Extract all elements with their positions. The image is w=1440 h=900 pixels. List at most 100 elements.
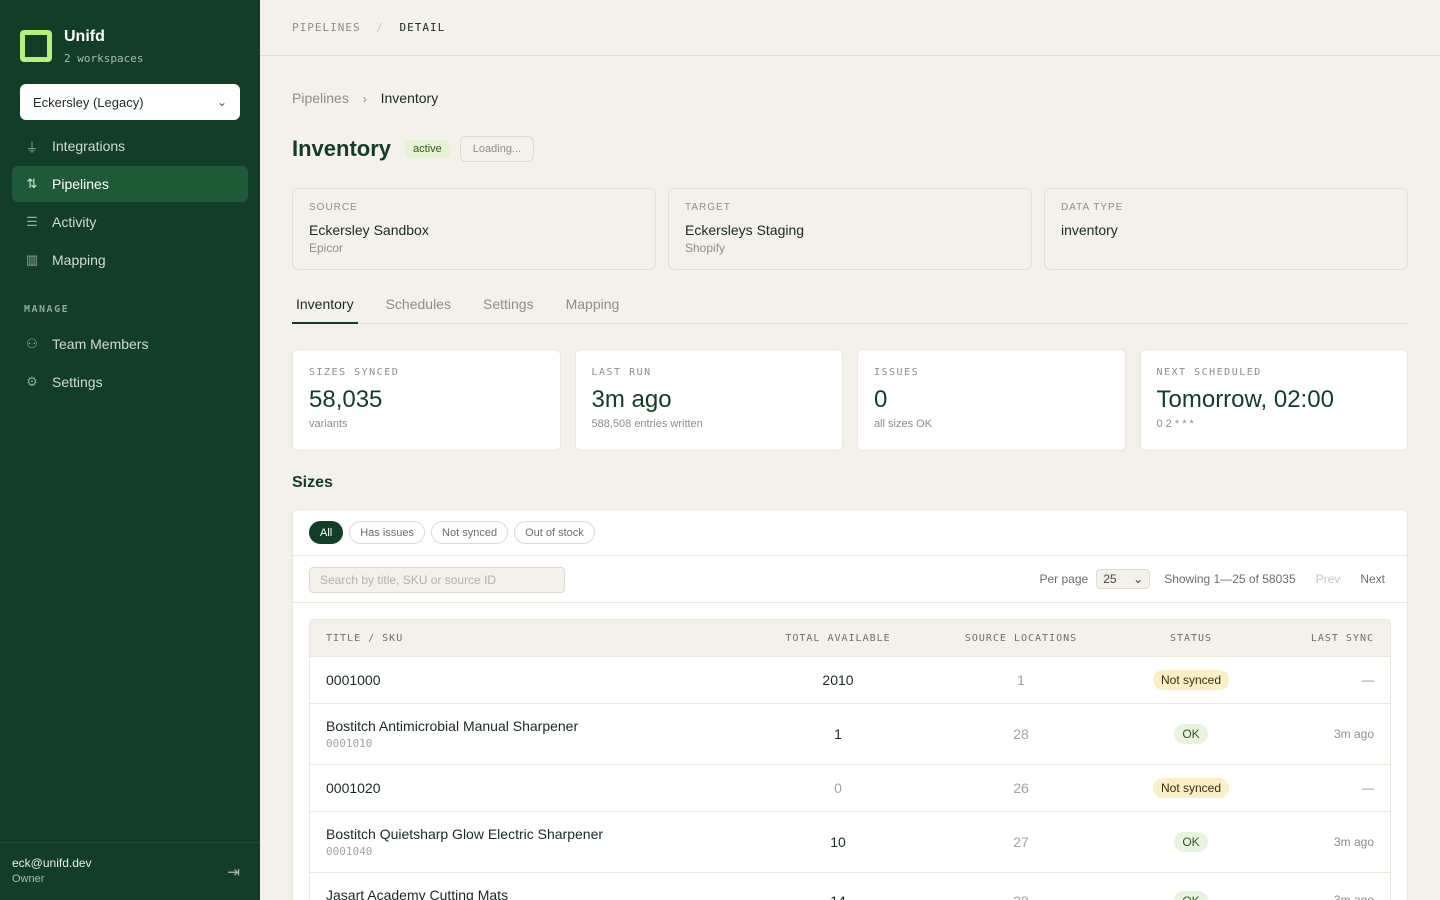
manage-section-label: MANAGE bbox=[24, 304, 70, 315]
row-last-sync: — bbox=[1362, 673, 1374, 687]
breadcrumb-current: Inventory bbox=[380, 90, 439, 106]
sidebar-item-team-members[interactable]: ⚇ Team Members bbox=[12, 326, 248, 362]
sidebar: Unifd 2 workspaces Eckersley (Legacy) ⌄ … bbox=[0, 0, 260, 900]
col-last-sync[interactable]: LAST SYNC bbox=[1266, 633, 1390, 644]
row-title: 0001000 bbox=[326, 672, 381, 688]
col-status[interactable]: STATUS bbox=[1116, 633, 1266, 644]
sidebar-item-mapping[interactable]: ▥ Mapping bbox=[12, 242, 248, 278]
sidebar-item-pipelines[interactable]: ⇅ Pipelines bbox=[12, 166, 248, 202]
map-icon: ▥ bbox=[25, 252, 39, 267]
table-row[interactable]: 0001000 2010 1 Not synced — bbox=[310, 656, 1390, 703]
row-last-sync: 3m ago bbox=[1333, 835, 1374, 849]
row-locations: 1 bbox=[1017, 672, 1025, 688]
stat-issues: ISSUES 0 all sizes OK bbox=[857, 349, 1126, 451]
col-total-available[interactable]: TOTAL AVAILABLE bbox=[750, 633, 926, 644]
status-badge: OK bbox=[1174, 832, 1208, 852]
workspace-select-value: Eckersley (Legacy) bbox=[33, 94, 144, 110]
info-card-target: TARGET Eckersleys Staging Shopify bbox=[668, 188, 1032, 270]
status-badge: Not synced bbox=[1152, 670, 1230, 690]
sidebar-item-integrations[interactable]: ⏚ Integrations bbox=[12, 128, 248, 164]
brand-name: Unifd bbox=[64, 28, 105, 45]
topbar-crumb-pipelines[interactable]: PIPELINES bbox=[292, 21, 361, 34]
prev-button[interactable]: Prev bbox=[1316, 572, 1341, 586]
row-locations: 26 bbox=[1013, 780, 1029, 796]
row-title: Bostitch Quietsharp Glow Electric Sharpe… bbox=[326, 826, 604, 842]
row-title: Jasart Academy Cutting Mats bbox=[326, 887, 509, 900]
status-badge: Not synced bbox=[1152, 778, 1230, 798]
row-last-sync: — bbox=[1362, 781, 1374, 795]
table-header: TITLE / SKU TOTAL AVAILABLE SOURCE LOCAT… bbox=[310, 620, 1390, 656]
filter-all[interactable]: All bbox=[309, 521, 344, 544]
row-total: 1 bbox=[834, 726, 842, 742]
per-page-select[interactable]: 25 ⌄ bbox=[1096, 569, 1151, 589]
row-title: 0001020 bbox=[326, 780, 381, 796]
logout-icon[interactable]: ⇥ bbox=[227, 863, 240, 881]
logo-icon bbox=[20, 30, 52, 62]
stats-row: SIZES SYNCED 58,035 variants LAST RUN 3m… bbox=[292, 349, 1408, 451]
row-total: 10 bbox=[830, 834, 846, 850]
topbar-crumb-detail: DETAIL bbox=[399, 21, 446, 34]
stat-sizes-synced: SIZES SYNCED 58,035 variants bbox=[292, 349, 561, 451]
table-row[interactable]: Bostitch Antimicrobial Manual Sharpener … bbox=[310, 703, 1390, 764]
filter-out-of-stock[interactable]: Out of stock bbox=[514, 521, 595, 544]
table-row[interactable]: 0001020 0 26 Not synced — bbox=[310, 764, 1390, 811]
sidebar-item-activity[interactable]: ☰ Activity bbox=[12, 204, 248, 240]
topbar-separator: / bbox=[376, 21, 384, 34]
row-sku: 0001010 bbox=[326, 737, 373, 750]
tab-inventory[interactable]: Inventory bbox=[292, 292, 358, 324]
row-total: 14 bbox=[750, 887, 926, 900]
gear-icon: ⚙ bbox=[26, 374, 38, 389]
user-email: eck@unifd.dev bbox=[12, 856, 92, 870]
info-card-source: SOURCE Eckersley Sandbox Epicor bbox=[292, 188, 656, 270]
sizes-panel: All Has issues Not synced Out of stock P… bbox=[292, 509, 1408, 900]
sizes-table: TITLE / SKU TOTAL AVAILABLE SOURCE LOCAT… bbox=[309, 619, 1391, 900]
row-total: 2010 bbox=[822, 672, 854, 688]
row-last-sync: 3m ago bbox=[1333, 727, 1374, 741]
page-title: Inventory bbox=[292, 136, 392, 161]
user-role: Owner bbox=[12, 873, 45, 885]
per-page-label: Per page bbox=[1039, 572, 1089, 586]
table-row[interactable]: Jasart Academy Cutting Mats 14 28 OK 3m … bbox=[310, 872, 1390, 900]
row-title: Bostitch Antimicrobial Manual Sharpener bbox=[326, 718, 579, 734]
stat-next-scheduled: NEXT SCHEDULED Tomorrow, 02:00 0 2 * * * bbox=[1139, 349, 1408, 451]
next-button[interactable]: Next bbox=[1360, 572, 1385, 586]
status-badge: OK bbox=[1174, 724, 1208, 744]
users-icon: ⚇ bbox=[26, 336, 38, 351]
table-row[interactable]: Bostitch Quietsharp Glow Electric Sharpe… bbox=[310, 811, 1390, 872]
table-toolbar: Per page 25 ⌄ Showing 1—25 of 58035 Prev… bbox=[293, 556, 1407, 603]
user-box: eck@unifd.dev Owner ⇥ bbox=[0, 842, 260, 900]
chevron-down-icon: ⌄ bbox=[216, 95, 227, 109]
row-locations: 27 bbox=[1013, 834, 1029, 850]
tab-mapping[interactable]: Mapping bbox=[562, 292, 624, 324]
plug-icon: ⏚ bbox=[25, 139, 39, 155]
breadcrumb: Pipelines › Inventory bbox=[292, 90, 438, 106]
brand[interactable]: Unifd 2 workspaces bbox=[20, 28, 143, 65]
row-locations: 28 bbox=[926, 887, 1116, 900]
pipeline-info: SOURCE Eckersley Sandbox Epicor TARGET E… bbox=[292, 188, 1408, 270]
list-check-icon: ☰ bbox=[26, 214, 38, 229]
row-total: 0 bbox=[834, 780, 842, 796]
tab-settings[interactable]: Settings bbox=[479, 292, 538, 324]
col-source-locations[interactable]: SOURCE LOCATIONS bbox=[926, 633, 1116, 644]
filter-has-issues[interactable]: Has issues bbox=[349, 521, 426, 544]
breadcrumb-parent[interactable]: Pipelines bbox=[292, 90, 349, 106]
loading-button[interactable]: Loading... bbox=[459, 136, 535, 162]
showing-count: Showing 1—25 of 58035 bbox=[1164, 572, 1296, 586]
main-nav: ⏚ Integrations ⇅ Pipelines ☰ Activity ▥ … bbox=[12, 128, 248, 280]
workspace-select[interactable]: Eckersley (Legacy) ⌄ bbox=[20, 84, 240, 120]
status-badge: active bbox=[405, 140, 450, 158]
sidebar-item-settings[interactable]: ⚙ Settings bbox=[12, 364, 248, 400]
tab-schedules[interactable]: Schedules bbox=[382, 292, 455, 324]
brand-workspace-count: 2 workspaces bbox=[64, 52, 144, 65]
section-title-sizes: Sizes bbox=[292, 474, 333, 491]
col-title-sku[interactable]: TITLE / SKU bbox=[310, 633, 750, 644]
chevron-down-icon: ⌄ bbox=[1133, 572, 1144, 586]
pipeline-icon: ⇅ bbox=[26, 176, 38, 191]
filter-not-synced[interactable]: Not synced bbox=[431, 521, 509, 544]
row-locations: 28 bbox=[1013, 726, 1029, 742]
filter-chips: All Has issues Not synced Out of stock bbox=[293, 510, 1407, 556]
info-card-data-type: DATA TYPE inventory bbox=[1044, 188, 1408, 270]
title-row: Inventory active Loading... bbox=[292, 136, 535, 162]
search-input[interactable] bbox=[309, 567, 565, 593]
status-badge: OK bbox=[1174, 891, 1208, 900]
